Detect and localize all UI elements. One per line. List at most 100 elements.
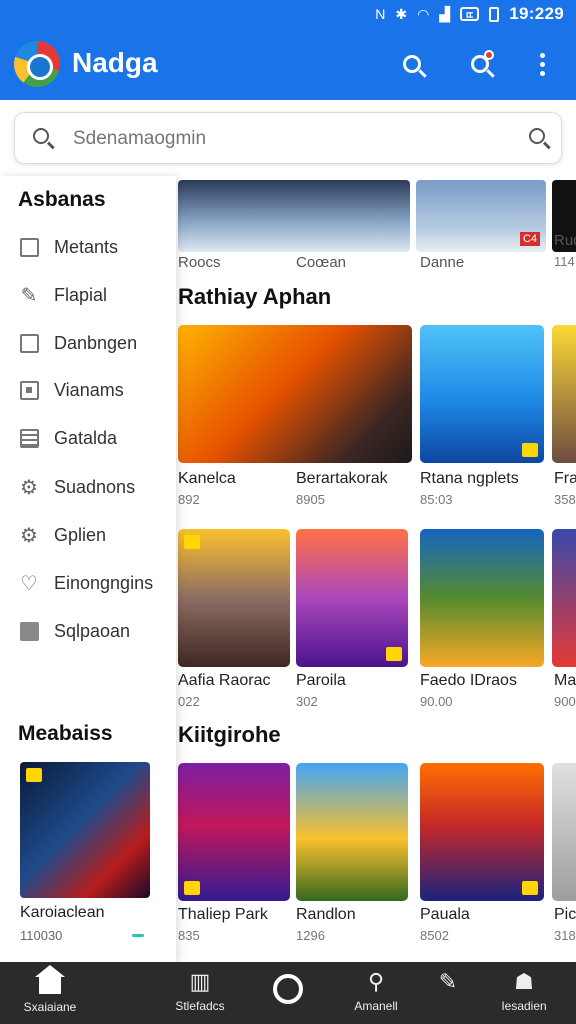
sidebar-item-gplien[interactable]: ⚙ Gplien xyxy=(18,520,106,550)
pencil-icon: ✎ xyxy=(20,284,38,307)
top-banner-image[interactable] xyxy=(178,180,410,252)
game-card-thumbnail[interactable] xyxy=(420,763,544,901)
nav-item-stats[interactable]: ▥ Stlefadcs xyxy=(152,968,248,1020)
search-icon xyxy=(33,128,49,144)
strip-label: Danne xyxy=(420,254,465,271)
section-title: Kiitgirohe xyxy=(178,722,281,747)
sidebar-item-einongngins[interactable]: ♡ Einongngins xyxy=(18,568,153,598)
game-card-name: Rtana ngplets xyxy=(420,470,519,487)
game-badge-icon xyxy=(184,535,200,549)
notification-search-button[interactable] xyxy=(462,46,498,82)
featured-heading: Meabaiss xyxy=(18,722,113,745)
sidebar-item-label: Sqlpaoan xyxy=(54,620,131,641)
sidebar-item-sqlpaoan[interactable]: Sqlpaoan xyxy=(18,616,130,646)
game-card-name: Aafia Raorac xyxy=(178,672,271,689)
nav-label: Stlefadcs xyxy=(175,999,225,1013)
search-button[interactable] xyxy=(394,46,430,82)
sidebar-item-label: Gplien xyxy=(54,524,107,545)
game-badge-icon xyxy=(522,881,538,895)
nav-item-profile[interactable]: ☗ Iesadien xyxy=(476,968,572,1020)
game-badge: C4 xyxy=(519,232,540,246)
game-card-meta: 8502 xyxy=(420,928,449,943)
game-card-name: Kanelca xyxy=(178,470,236,487)
game-card-name: Pauala xyxy=(420,906,470,923)
sidebar: Asbanas Metants ✎ Flapial Danbngen Viana… xyxy=(0,176,176,962)
search-icon: ⚲ xyxy=(367,969,385,994)
game-card-thumbnail[interactable] xyxy=(420,325,544,463)
search-input[interactable] xyxy=(73,123,513,155)
game-badge-icon xyxy=(26,768,42,782)
game-card-name: Pic xyxy=(554,906,576,923)
game-badge-icon xyxy=(184,881,200,895)
sidebar-item-vianams[interactable]: Vianams xyxy=(18,375,124,405)
strip-label: Roocs xyxy=(178,254,221,271)
sidebar-item-danbngen[interactable]: Danbngen xyxy=(18,328,137,358)
game-card-name: Faedo IDraos xyxy=(420,672,517,689)
game-card-name: Ma xyxy=(554,672,576,689)
app-title: Nadga xyxy=(72,47,158,78)
status-bar: N ✱ ◠ ▟ ㄸ 19:229 xyxy=(0,0,576,30)
main-content: C4 Roocs Coœan Danne Ruq 114 Rathiay Aph… xyxy=(176,176,576,962)
game-card-thumbnail[interactable] xyxy=(296,763,408,901)
status-time: 19:229 xyxy=(509,4,564,23)
gear-icon: ⚙ xyxy=(20,524,38,547)
more-vert-icon xyxy=(539,52,545,76)
game-badge-icon xyxy=(522,443,538,457)
status-icons: N ✱ ◠ ▟ ㄸ 19:229 xyxy=(375,4,564,24)
battery-small-icon xyxy=(489,6,500,22)
nav-item-home[interactable]: Sxaiaiane xyxy=(2,965,98,1020)
game-card-name: Fra xyxy=(554,470,576,487)
game-card-thumbnail[interactable] xyxy=(178,529,290,667)
game-card-meta: 022 xyxy=(178,694,200,709)
game-card-meta: 8905 xyxy=(296,492,325,507)
app-logo-icon xyxy=(14,41,60,87)
strip-label: Coœan xyxy=(296,254,347,271)
app-bar: Nadga xyxy=(0,30,576,100)
sidebar-heading: Asbanas xyxy=(18,188,106,211)
nav-label: Sxaiaiane xyxy=(23,1000,77,1014)
sidebar-item-flapial[interactable]: ✎ Flapial xyxy=(18,280,107,310)
signal-icon: ▟ xyxy=(439,5,451,22)
featured-game-thumbnail[interactable] xyxy=(20,762,150,898)
nav-label: Amanell xyxy=(354,999,398,1013)
profile-icon: ☗ xyxy=(514,969,534,994)
game-card-name: Randlon xyxy=(296,906,356,923)
strip-meta: 114 xyxy=(554,254,575,269)
game-card-thumbnail[interactable] xyxy=(296,529,408,667)
sidebar-item-suadnons[interactable]: ⚙ Suadnons xyxy=(18,472,135,502)
game-card-name: Thaliep Park xyxy=(178,906,268,923)
nav-item-center[interactable] xyxy=(240,968,336,1020)
notification-dot xyxy=(484,50,494,60)
progress-indicator xyxy=(132,934,144,937)
sidebar-item-label: Danbngen xyxy=(54,332,138,353)
battery-icon: ㄸ xyxy=(460,7,480,22)
more-options-button[interactable] xyxy=(524,46,560,82)
sidebar-item-metants[interactable]: Metants xyxy=(18,232,118,262)
top-game-thumbnail[interactable]: C4 xyxy=(416,180,546,252)
sidebar-item-label: Suadnons xyxy=(54,476,136,497)
featured-game-meta: 110030 xyxy=(20,928,63,943)
bluetooth-icon: ✱ xyxy=(395,5,408,22)
folder-icon xyxy=(18,620,40,642)
circle-icon xyxy=(273,974,303,1004)
nfc-icon: N xyxy=(375,6,386,22)
game-card-thumbnail[interactable] xyxy=(552,325,576,463)
battery-text: ㄸ xyxy=(465,10,475,22)
nav-label: Iesadien xyxy=(501,999,547,1013)
game-card-meta: 318 xyxy=(554,928,576,943)
game-card-thumbnail[interactable] xyxy=(420,529,544,667)
sidebar-item-gatalda[interactable]: Gatalda xyxy=(18,423,117,453)
game-card-thumbnail[interactable] xyxy=(178,325,412,463)
search-submit-icon[interactable] xyxy=(529,128,545,144)
game-card-meta: 900 xyxy=(554,694,576,709)
wifi-icon: ◠ xyxy=(417,5,430,22)
square-dot-icon xyxy=(18,379,40,401)
game-card-thumbnail[interactable] xyxy=(178,763,290,901)
game-card-meta: 85:03 xyxy=(420,492,453,507)
game-card-thumbnail[interactable] xyxy=(552,529,576,667)
game-card-meta: 358 xyxy=(554,492,576,507)
sidebar-item-label: Vianams xyxy=(54,379,124,400)
stats-icon: ▥ xyxy=(189,969,211,994)
game-card-thumbnail[interactable] xyxy=(552,763,576,901)
game-badge-icon xyxy=(386,647,402,661)
